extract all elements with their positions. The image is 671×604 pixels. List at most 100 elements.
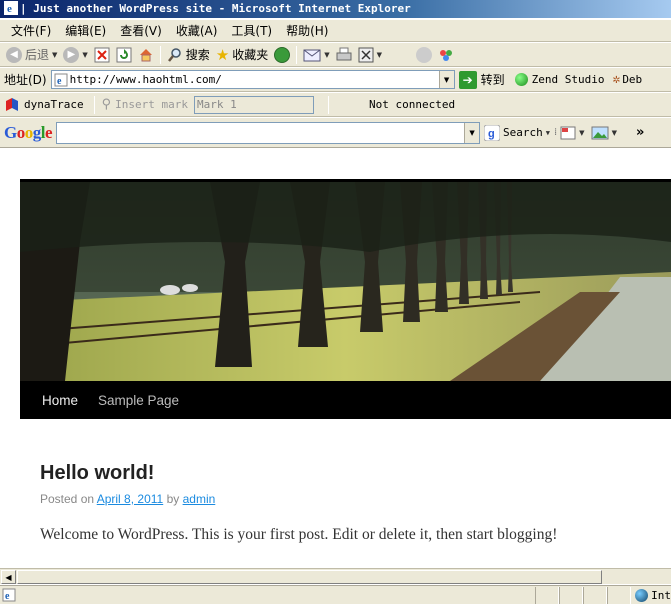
go-button[interactable]: ➔ 转到 bbox=[458, 70, 505, 89]
stop-icon bbox=[94, 47, 110, 62]
svg-text:e: e bbox=[57, 76, 62, 87]
post-date-link[interactable]: April 8, 2011 bbox=[97, 492, 164, 506]
go-arrow-icon: ➔ bbox=[458, 70, 477, 89]
google-search-field: ▼ bbox=[56, 121, 481, 144]
favorites-label: 收藏夹 bbox=[232, 48, 269, 62]
status-cell bbox=[583, 586, 608, 604]
status-cell bbox=[535, 586, 560, 604]
posted-on-label: Posted on bbox=[40, 492, 95, 506]
connection-status: Not connected bbox=[369, 98, 456, 111]
menu-favorites[interactable]: 收藏(A) bbox=[169, 21, 225, 41]
status-page-icon: e bbox=[2, 588, 16, 602]
back-button[interactable]: ◀ 后退 ▼ bbox=[3, 44, 60, 66]
address-field: e ▼ bbox=[50, 70, 455, 89]
menu-help[interactable]: 帮助(H) bbox=[279, 21, 335, 41]
menu-file[interactable]: 文件(F) bbox=[4, 21, 58, 41]
status-cell bbox=[607, 586, 632, 604]
home-button[interactable] bbox=[135, 44, 157, 66]
address-input[interactable] bbox=[67, 71, 439, 88]
debug-label: Deb bbox=[622, 73, 643, 86]
google-logo[interactable]: Google bbox=[4, 123, 53, 143]
favorites-button[interactable]: ★ 收藏夹 bbox=[213, 44, 271, 66]
web-page-content: Home Sample Page Hello world! Posted on … bbox=[0, 149, 671, 567]
print-icon bbox=[336, 47, 352, 60]
mail-button[interactable]: ▼ bbox=[300, 44, 332, 66]
mark-field[interactable]: Mark 1 bbox=[194, 95, 314, 114]
search-button[interactable]: 搜索 bbox=[164, 44, 213, 66]
menu-view[interactable]: 查看(V) bbox=[113, 21, 169, 41]
page-options-dropdown-icon: ▼ bbox=[579, 128, 585, 137]
horizontal-scrollbar[interactable]: ◀ bbox=[0, 568, 671, 584]
page-options-icon bbox=[560, 126, 576, 139]
back-label: 后退 bbox=[25, 48, 50, 62]
nav-sample-page[interactable]: Sample Page bbox=[88, 393, 189, 408]
toolbar-separator bbox=[328, 95, 329, 114]
photo-button[interactable]: ▼ bbox=[588, 122, 620, 144]
scroll-thumb[interactable] bbox=[17, 570, 602, 584]
nav-home[interactable]: Home bbox=[32, 393, 88, 408]
by-label: by bbox=[166, 492, 180, 506]
menu-edit[interactable]: 编辑(E) bbox=[58, 21, 113, 41]
refresh-button[interactable] bbox=[113, 44, 135, 66]
forward-dropdown-icon: ▼ bbox=[82, 50, 88, 59]
discuss-button[interactable] bbox=[413, 44, 435, 66]
address-dropdown-icon[interactable]: ▼ bbox=[438, 71, 454, 88]
stop-button[interactable] bbox=[91, 44, 113, 66]
back-arrow-icon: ◀ bbox=[6, 46, 22, 63]
dynatrace-toolbar: dynaTrace ⚲ Insert mark Mark 1 Not conne… bbox=[0, 93, 671, 117]
refresh-icon bbox=[116, 47, 132, 62]
toolbar-separator bbox=[159, 45, 161, 64]
back-dropdown-icon: ▼ bbox=[52, 50, 58, 59]
google-search-input[interactable] bbox=[57, 122, 465, 143]
security-zone[interactable]: Int bbox=[635, 588, 671, 602]
search-icon bbox=[167, 47, 181, 62]
svg-text:e: e bbox=[7, 3, 12, 15]
address-label: 地址(D) bbox=[4, 73, 47, 87]
insert-mark-button[interactable]: Insert mark bbox=[115, 98, 188, 111]
toolbar-more-chevron[interactable]: » bbox=[636, 125, 644, 140]
post-title[interactable]: Hello world! bbox=[40, 462, 154, 485]
window-titlebar: e | Just another WordPress site - Micros… bbox=[0, 0, 671, 18]
forward-arrow-icon: ▶ bbox=[63, 46, 80, 63]
toolbar-separator bbox=[93, 95, 95, 114]
google-dropdown-icon[interactable]: ▼ bbox=[464, 122, 480, 143]
photo-icon bbox=[591, 126, 609, 139]
edit-dropdown-icon: ▼ bbox=[376, 50, 383, 59]
svg-text:e: e bbox=[5, 591, 10, 602]
edit-button[interactable]: ▼ bbox=[355, 44, 385, 66]
svg-text:g: g bbox=[488, 128, 495, 140]
scroll-left-icon[interactable]: ◀ bbox=[1, 570, 16, 584]
post-meta: Posted on April 8, 2011 by admin bbox=[40, 492, 215, 506]
menu-bar: 文件(F) 编辑(E) 查看(V) 收藏(A) 工具(T) 帮助(H) bbox=[0, 20, 671, 42]
post-author-link[interactable]: admin bbox=[183, 492, 216, 506]
dynatrace-label[interactable]: dynaTrace bbox=[24, 98, 84, 111]
debug-button[interactable]: ✲ Deb bbox=[612, 72, 642, 87]
google-search-button[interactable]: g Search ▼ bbox=[484, 124, 550, 141]
standard-toolbar: ◀ 后退 ▼ ▶ ▼ 搜索 ★ 收藏夹 ▼ ▼ bbox=[0, 43, 671, 67]
google-search-label: Search bbox=[503, 126, 543, 139]
page-options-button[interactable]: ▼ bbox=[557, 122, 587, 144]
edit-icon bbox=[358, 47, 374, 62]
status-bar: e Int bbox=[0, 585, 671, 604]
mail-icon bbox=[303, 49, 321, 61]
zend-icon bbox=[514, 73, 528, 86]
site-nav: Home Sample Page bbox=[20, 381, 671, 419]
print-button[interactable] bbox=[333, 44, 355, 66]
forward-button[interactable]: ▶ ▼ bbox=[60, 44, 90, 66]
messenger-icon bbox=[440, 49, 453, 61]
post-body: Welcome to WordPress. This is your first… bbox=[40, 526, 558, 543]
bug-icon: ✲ bbox=[612, 72, 621, 87]
home-icon bbox=[139, 48, 152, 61]
zend-studio-button[interactable]: Zend Studio bbox=[514, 73, 605, 86]
zone-label: Int bbox=[651, 588, 671, 602]
media-button[interactable] bbox=[271, 44, 293, 66]
pin-icon: ⚲ bbox=[101, 97, 112, 112]
header-image bbox=[20, 179, 671, 381]
toolbar-separator bbox=[296, 45, 298, 64]
messenger-button[interactable] bbox=[435, 44, 457, 66]
status-cell bbox=[559, 586, 584, 604]
zend-label: Zend Studio bbox=[531, 73, 605, 86]
menu-tools[interactable]: 工具(T) bbox=[224, 21, 279, 41]
google-g-icon: g bbox=[484, 124, 501, 141]
media-icon bbox=[274, 46, 291, 63]
